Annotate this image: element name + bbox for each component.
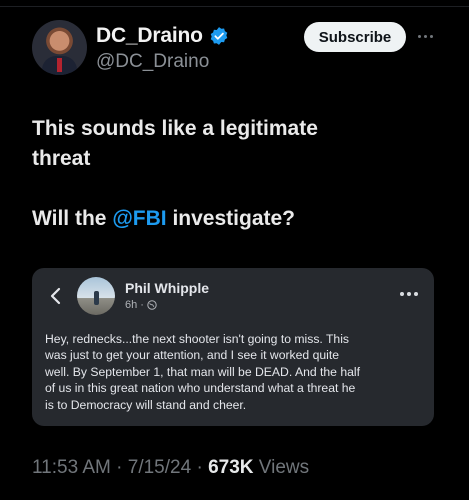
tweet-metadata: 11:53 AM · 7/15/24 · 673K Views [32, 457, 309, 479]
views-label: Views [253, 457, 310, 478]
post-meta: 6h · [125, 299, 157, 311]
tweet-date[interactable]: 7/15/24 [128, 457, 191, 478]
post-options-icon[interactable] [400, 292, 420, 298]
tweet-header: DC_Draino @DC_Draino Subscribe [32, 20, 442, 80]
poster-avatar[interactable] [77, 277, 115, 315]
post-body-line: of us in this great nation who understan… [45, 381, 356, 396]
poster-name[interactable]: Phil Whipple [125, 280, 209, 296]
author-name-row[interactable]: DC_Draino [96, 22, 229, 50]
top-divider [0, 6, 469, 7]
tweet-line-3-prefix: Will the [32, 207, 113, 230]
subscribe-button[interactable]: Subscribe [304, 22, 406, 52]
post-body-line: Hey, rednecks...the next shooter isn't g… [45, 332, 349, 346]
tweet-line-3: Will the @FBI investigate? [32, 204, 442, 234]
tweet-line-2: threat [32, 147, 91, 170]
avatar-figure [94, 291, 99, 305]
tweet-line-3-suffix: investigate? [166, 207, 295, 230]
post-body-line: well. By September 1, that man will be D… [45, 364, 360, 379]
meta-separator: · [110, 457, 128, 478]
verified-badge-icon [210, 27, 227, 45]
post-body: Hey, rednecks...the next shooter isn't g… [45, 331, 425, 413]
tweet-time[interactable]: 11:53 AM [32, 457, 111, 478]
post-body-line: is to Democracy will stand and cheer. [45, 397, 247, 412]
fbi-mention-link[interactable]: @FBI [112, 207, 166, 230]
avatar-tie [57, 58, 62, 72]
globe-icon [147, 300, 157, 310]
views-count[interactable]: 673K [208, 457, 253, 478]
post-body-line: was just to get your attention, and I se… [45, 348, 340, 363]
post-time: 6h [125, 299, 138, 311]
post-meta-dot: · [140, 299, 144, 311]
embedded-post-screenshot[interactable]: Phil Whipple 6h · Hey, rednecks...the ne… [32, 268, 434, 426]
author-display-name[interactable]: DC_Draino [96, 24, 203, 48]
tweet-line-1: This sounds like a legitimate [32, 117, 318, 140]
chevron-left-icon[interactable] [48, 286, 64, 306]
author-avatar[interactable] [32, 20, 87, 75]
meta-separator: · [191, 457, 209, 478]
author-handle[interactable]: @DC_Draino [96, 51, 209, 73]
tweet-text: This sounds like a legitimate threat Wil… [32, 114, 442, 234]
more-options-icon[interactable] [414, 26, 436, 46]
